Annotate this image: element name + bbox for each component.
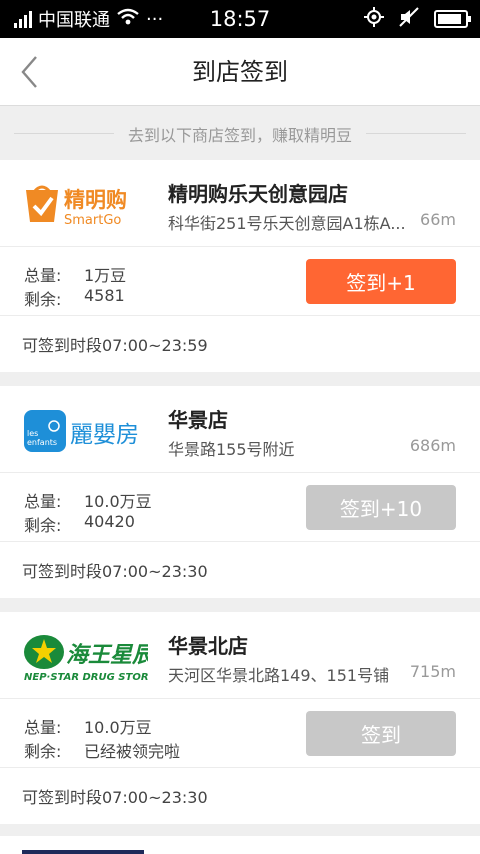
nepstar-logo: 海王星辰 NEP·STAR DRUG STORE [22, 632, 158, 683]
mute-icon [398, 7, 420, 31]
total-label: 总量: [24, 492, 62, 511]
hint-bar: 去到以下商店签到，赚取精明豆 [0, 107, 480, 160]
checkin-time: 可签到时段07:00~23:30 [22, 562, 208, 581]
les-enfants-logo: les enfants 麗嬰房 [22, 406, 148, 456]
store-card: les enfants 麗嬰房 华景店 华景路155号附近 686m 总量: 1… [0, 386, 480, 598]
checkin-button[interactable]: 签到 [306, 711, 456, 756]
checkin-time: 可签到时段07:00~23:30 [22, 788, 208, 807]
bean-info: 总量: 10.0万豆 剩余: 已经被领完啦 签到 [0, 699, 480, 768]
store-name: 华景店 [168, 408, 228, 432]
battery-fill [438, 14, 462, 24]
page-title: 到店签到 [192, 58, 288, 86]
checkin-time: 可签到时段07:00~23:59 [22, 336, 208, 355]
remain-value: 已经被领完啦 [84, 742, 181, 761]
bean-info: 总量: 10.0万豆 剩余: 40420 签到+10 [0, 473, 480, 542]
store-info[interactable]: 海王星辰 NEP·STAR DRUG STORE 华景北店 天河区华景北路149… [0, 612, 480, 699]
store-distance: 715m [409, 662, 456, 681]
bean-info: 总量: 1万豆 剩余: 4581 签到+1 [0, 247, 480, 316]
location-icon [364, 7, 384, 31]
store-address: 天河区华景北路149、151号铺 [168, 666, 390, 685]
svg-text:麗嬰房: 麗嬰房 [70, 422, 139, 448]
hint-text: 去到以下商店签到，赚取精明豆 [128, 125, 353, 145]
remain-row: 剩余: 已经被领完啦 [24, 738, 180, 762]
total-row: 总量: 10.0万豆 [24, 488, 152, 512]
total-value: 1万豆 [84, 266, 127, 285]
store-info[interactable]: les enfants 麗嬰房 华景店 华景路155号附近 686m [0, 386, 480, 473]
store-address: 科华街251号乐天创意园A1栋A... [168, 214, 406, 233]
remain-label: 剩余: [24, 516, 62, 535]
total-row: 总量: 10.0万豆 [24, 714, 152, 738]
status-bar: 中国联通 ··· 18:57 [0, 0, 480, 38]
store-name: 精明购乐天创意园店 [168, 182, 348, 206]
divider [366, 133, 467, 134]
total-value: 10.0万豆 [84, 718, 152, 737]
remain-row: 剩余: 4581 [24, 286, 125, 310]
svg-text:NEP·STAR DRUG STORE: NEP·STAR DRUG STORE [24, 672, 148, 682]
store-info[interactable]: 精明购 SmartGo 精明购乐天创意园店 科华街251号乐天创意园A1栋A..… [0, 160, 480, 247]
store-address: 华景路155号附近 [168, 440, 295, 459]
total-row: 总量: 1万豆 [24, 262, 126, 286]
svg-text:les: les [27, 429, 38, 438]
svg-text:enfants: enfants [27, 438, 57, 447]
svg-text:海王星辰: 海王星辰 [66, 643, 148, 668]
svg-text:SmartGo: SmartGo [64, 213, 121, 228]
store-logo-peek [22, 850, 144, 854]
remain-label: 剩余: [24, 742, 62, 761]
remain-value: 4581 [84, 286, 125, 305]
checkin-button[interactable]: 签到+10 [306, 485, 456, 530]
divider [14, 133, 114, 134]
smartgo-logo: 精明购 SmartGo [22, 180, 148, 230]
nav-bar: 到店签到 [0, 38, 480, 106]
total-value: 10.0万豆 [84, 492, 152, 511]
store-distance: 686m [409, 436, 456, 455]
remain-label: 剩余: [24, 290, 62, 309]
checkin-button[interactable]: 签到+1 [306, 259, 456, 304]
total-label: 总量: [24, 266, 62, 285]
store-name: 华景北店 [168, 634, 248, 658]
remain-value: 40420 [84, 512, 135, 531]
svg-text:精明购: 精明购 [64, 188, 127, 212]
store-card: 精明购 SmartGo 精明购乐天创意园店 科华街251号乐天创意园A1栋A..… [0, 160, 480, 372]
battery-icon [434, 10, 471, 28]
remain-row: 剩余: 40420 [24, 512, 135, 536]
store-card-peek [0, 836, 480, 854]
total-label: 总量: [24, 718, 62, 737]
store-card: 海王星辰 NEP·STAR DRUG STORE 华景北店 天河区华景北路149… [0, 612, 480, 824]
store-distance: 66m [420, 210, 456, 229]
status-right [364, 0, 471, 38]
